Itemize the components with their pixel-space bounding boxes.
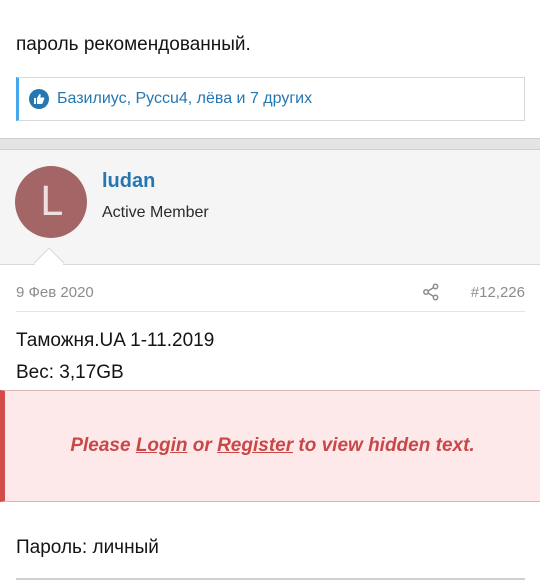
post-number-link[interactable]: #12,226 xyxy=(471,284,525,301)
avatar[interactable]: L xyxy=(15,166,87,238)
post-body-line: Пароль: личный xyxy=(16,537,159,558)
bottom-separator xyxy=(16,578,525,580)
meta-separator xyxy=(16,311,525,312)
hidden-content-message: Please Login or Register to view hidden … xyxy=(70,435,474,457)
post-date[interactable]: 9 Фев 2020 xyxy=(16,284,94,301)
post-body-line: Вес: 3,17GB xyxy=(16,362,124,383)
share-icon[interactable] xyxy=(422,283,440,306)
username-link[interactable]: ludan xyxy=(102,170,155,193)
post-text-tail: пароль рекомендованный. xyxy=(16,34,251,55)
user-title: Active Member xyxy=(102,204,209,221)
like-icon xyxy=(29,89,49,109)
register-link[interactable]: Register xyxy=(217,435,293,456)
hidden-middle: or xyxy=(187,435,218,456)
post-body-line: Таможня.UA 1-11.2019 xyxy=(16,330,215,351)
hidden-content-notice: Please Login or Register to view hidden … xyxy=(0,390,540,502)
post-meta: 9 Фев 2020 #12,226 xyxy=(0,280,540,308)
reactions-bar[interactable]: Базилиус, Руссu4, лёва и 7 других xyxy=(16,77,525,121)
user-info-block: L ludan Active Member xyxy=(0,150,540,265)
login-link[interactable]: Login xyxy=(136,435,188,456)
hidden-prefix: Please xyxy=(70,435,136,456)
hidden-suffix: to view hidden text. xyxy=(293,435,475,456)
reaction-users-link[interactable]: Базилиус, Руссu4, лёва и 7 других xyxy=(57,90,312,108)
post-divider xyxy=(0,138,540,150)
